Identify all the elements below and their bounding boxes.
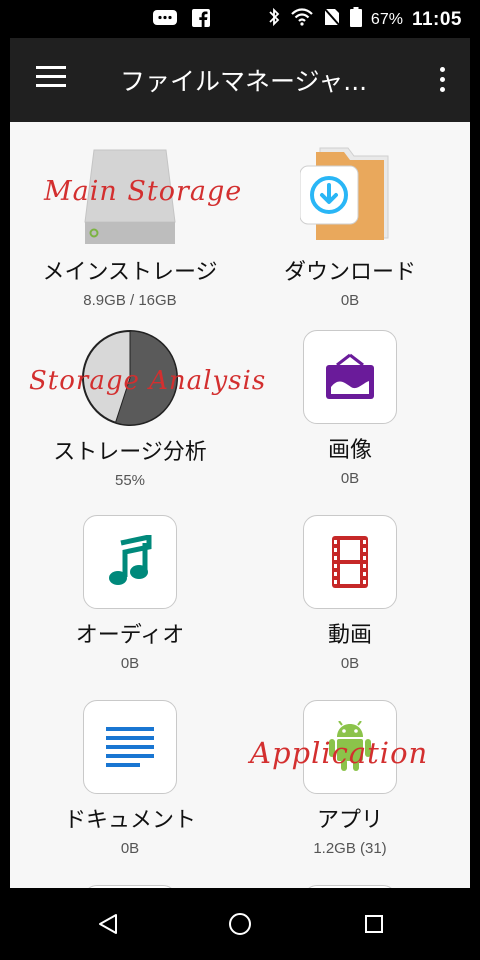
item-label: 画像 xyxy=(327,438,372,463)
film-icon xyxy=(332,536,368,588)
clock: 11:05 xyxy=(411,8,462,30)
item-label: 動画 xyxy=(327,623,372,648)
item-label: メインストレージ xyxy=(42,260,218,285)
battery-percent: 67% xyxy=(370,10,403,28)
documents-tile xyxy=(83,700,177,794)
recents-icon[interactable] xyxy=(360,910,388,938)
status-bar: 67% 11:05 xyxy=(0,0,480,38)
image-tile xyxy=(303,330,397,424)
item-sub: 0B xyxy=(340,292,360,309)
images-item[interactable]: 画像 0B xyxy=(240,330,460,487)
item-sub: 0B xyxy=(120,655,140,672)
item-label: オーディオ xyxy=(75,623,185,648)
music-note-icon xyxy=(109,535,152,585)
download-item[interactable]: ダウンロード 0B xyxy=(240,142,460,309)
battery-icon xyxy=(349,7,362,32)
home-icon[interactable] xyxy=(226,910,254,938)
apps-item[interactable]: アプリ 1.2GB (31) xyxy=(240,700,460,857)
video-item[interactable]: 動画 0B xyxy=(240,515,460,672)
page-title: ファイルマネージャ... xyxy=(120,67,368,96)
image-icon xyxy=(326,353,374,399)
more-vert-icon[interactable] xyxy=(438,67,446,95)
annotation-storage-analysis: Storage Analysis xyxy=(29,366,267,396)
item-sub: 55% xyxy=(114,472,146,489)
navigation-bar xyxy=(0,888,480,960)
annotation-application: Application xyxy=(250,736,429,770)
facebook-icon xyxy=(188,9,214,27)
main-storage-item[interactable]: メインストレージ 8.9GB / 16GB xyxy=(20,142,240,309)
item-sub: 8.9GB / 16GB xyxy=(83,292,177,309)
documents-item[interactable]: ドキュメント 0B xyxy=(20,700,240,857)
app-bar: ファイルマネージャ... xyxy=(10,38,470,122)
back-icon[interactable] xyxy=(94,910,122,938)
bluetooth-icon xyxy=(267,7,281,32)
storage-analysis-item[interactable]: ストレージ分析 55% xyxy=(20,328,240,489)
no-sim-icon xyxy=(323,7,341,32)
item-sub: 0B xyxy=(340,470,360,487)
document-icon xyxy=(106,727,154,767)
audio-tile xyxy=(83,515,177,609)
item-label: ダウンロード xyxy=(283,260,416,285)
download-folder-icon xyxy=(300,147,389,240)
item-sub: 0B xyxy=(340,655,360,672)
audio-item[interactable]: オーディオ 0B xyxy=(20,515,240,672)
message-icon xyxy=(152,9,178,27)
item-sub: 0B xyxy=(120,840,140,857)
item-label: ストレージ分析 xyxy=(53,440,207,465)
video-tile xyxy=(303,515,397,609)
item-sub: 1.2GB (31) xyxy=(313,840,387,857)
category-grid: メインストレージ 8.9GB / 16GB ダウンロード 0B ストレージ分析 … xyxy=(10,122,470,888)
wifi-icon xyxy=(290,8,314,31)
item-label: アプリ xyxy=(316,808,383,833)
item-label: ドキュメント xyxy=(63,808,196,833)
hamburger-menu-icon[interactable] xyxy=(36,66,66,92)
annotation-main-storage: Main Storage xyxy=(44,176,243,207)
